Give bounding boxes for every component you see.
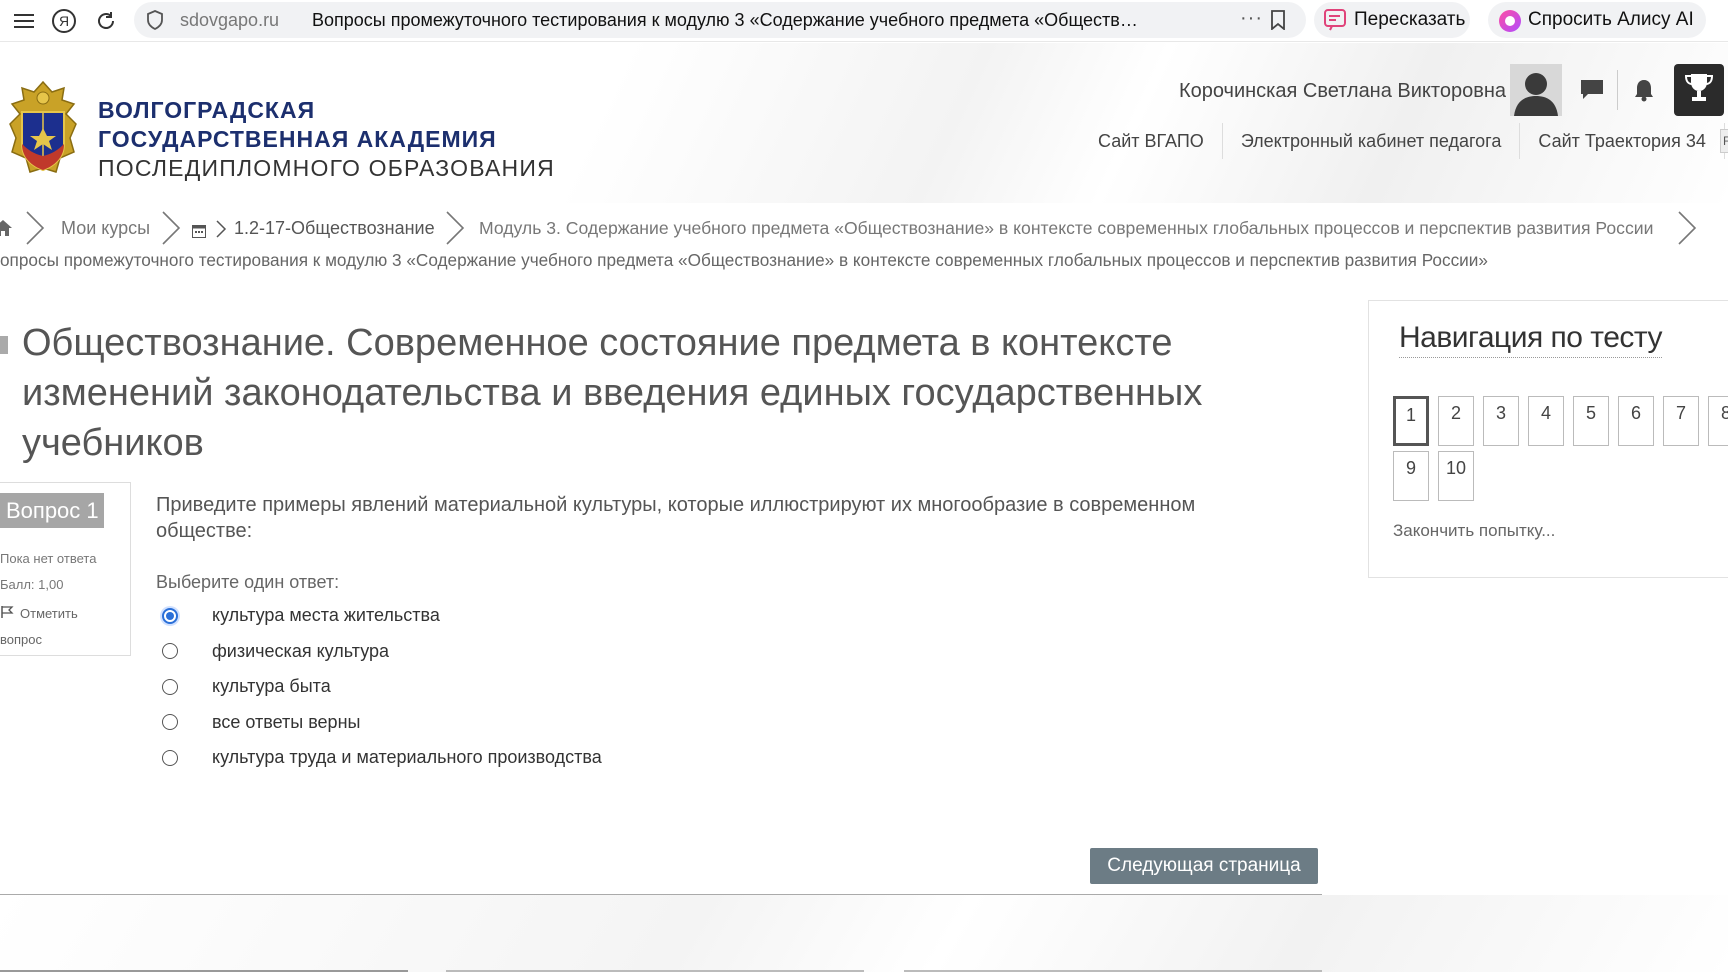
quiz-nav-button[interactable]: 8 [1708, 396, 1728, 446]
question-text: Приведите примеры явлений материальной к… [156, 494, 1196, 542]
retell-icon [1324, 9, 1348, 37]
answer-radio[interactable] [162, 749, 178, 766]
answer-radio[interactable] [162, 643, 178, 660]
ask-alice-label: Спросить Алису AI [1528, 9, 1694, 30]
breadcrumb-separator-icon [1676, 210, 1698, 251]
breadcrumb-separator-icon [444, 210, 466, 251]
breadcrumb: Мои курсы 1.2-17-Обществознание Модуль 3… [0, 210, 1728, 246]
ask-alice-button[interactable]: Спросить Алису AI [1488, 2, 1706, 38]
next-page-button[interactable]: Следующая страница [1090, 848, 1318, 884]
answer-label[interactable]: культура места жительства [212, 605, 440, 626]
page-title: Обществознание. Современное состояние пр… [22, 322, 1203, 464]
answer-option[interactable]: физическая культура [156, 634, 602, 670]
breadcrumb-module[interactable]: Модуль 3. Содержание учебного предмета «… [479, 218, 1653, 239]
logo-line-2: ГОСУДАРСТВЕННАЯ АКАДЕМИЯ [98, 126, 497, 152]
academy-emblem[interactable] [0, 78, 86, 188]
bookmark-icon[interactable] [1270, 10, 1286, 35]
quiz-nav-button[interactable]: 3 [1483, 396, 1519, 446]
answer-list: культура места жительства физическая кул… [156, 598, 602, 776]
answer-option[interactable]: культура труда и материального производс… [156, 740, 602, 776]
course-calendar-icon [192, 222, 206, 243]
quiz-nav-button[interactable]: 7 [1663, 396, 1699, 446]
question-info: Вопрос 1 Пока нет ответа Балл: 1,00 Отме… [0, 482, 131, 656]
answer-prompt: Выберите один ответ: [156, 572, 340, 592]
quiz-nav-button[interactable]: 5 [1573, 396, 1609, 446]
alice-icon [1498, 9, 1522, 39]
answer-label[interactable]: физическая культура [212, 641, 389, 662]
header-divider [1617, 70, 1618, 110]
course-icon [0, 336, 8, 354]
flag-icon [0, 602, 14, 627]
svg-text:Я: Я [59, 13, 69, 29]
shield-icon[interactable] [146, 10, 164, 35]
answer-radio[interactable] [162, 678, 178, 695]
address-bar[interactable]: sdovgapo.ru Вопросы промежуточного тести… [134, 2, 1306, 38]
quiz-navigation: Навигация по тесту 1 2 3 4 5 6 7 8 9 10 … [1368, 300, 1728, 578]
flag-question-button[interactable]: Отметить вопрос [0, 601, 110, 652]
menu-icon[interactable] [8, 5, 40, 37]
trophy-button[interactable] [1674, 64, 1724, 116]
academy-logo[interactable]: ВОЛГОГРАДСКАЯ ГОСУДАРСТВЕННАЯ АКАДЕМИЯ П… [98, 96, 555, 183]
user-name[interactable]: Корочинская Светлана Викторовна [1179, 80, 1506, 103]
quiz-nav-button[interactable]: 9 [1393, 451, 1429, 501]
retell-button[interactable]: Пересказать [1314, 2, 1470, 38]
answer-label[interactable]: культура труда и материального производс… [212, 747, 602, 768]
quiz-navigation-title: Навигация по тесту [1399, 321, 1662, 358]
answer-radio[interactable] [162, 607, 178, 624]
overflow-link-stub[interactable]: F [1720, 129, 1728, 153]
browser-toolbar: Я sdovgapo.ru Вопросы промежуточного тес… [0, 0, 1728, 42]
answer-label[interactable]: культура быта [212, 676, 331, 697]
quiz-nav-button[interactable]: 2 [1438, 396, 1474, 446]
finish-attempt-link[interactable]: Закончить попытку... [1393, 521, 1555, 541]
breadcrumb-course[interactable]: 1.2-17-Обществознание [234, 218, 435, 239]
answer-option[interactable]: культура быта [156, 669, 602, 705]
quiz-nav-button[interactable]: 10 [1438, 451, 1474, 501]
top-links: Сайт ВГАПО Электронный кабинет педагога … [1080, 123, 1728, 159]
link-teacher-cabinet[interactable]: Электронный кабинет педагога [1223, 123, 1521, 159]
address-domain: sdovgapo.ru [180, 10, 280, 30]
quiz-nav-button[interactable]: 6 [1618, 396, 1654, 446]
messages-icon[interactable] [1578, 76, 1606, 104]
more-icon[interactable]: ··· [1240, 7, 1263, 30]
yandex-logo-icon[interactable]: Я [48, 5, 80, 37]
footer-background [0, 895, 1728, 972]
trophy-icon [1684, 72, 1714, 109]
reload-icon[interactable] [90, 5, 122, 37]
link-trajectory[interactable]: Сайт Траектория 34 [1520, 123, 1725, 159]
notifications-icon[interactable] [1630, 76, 1658, 104]
answer-option[interactable]: все ответы верны [156, 705, 602, 741]
quiz-nav-button[interactable]: 1 [1393, 396, 1429, 446]
tab-title: Вопросы промежуточного тестирования к мо… [312, 10, 1138, 30]
breadcrumb-my-courses[interactable]: Мои курсы [61, 218, 150, 239]
breadcrumb-separator-icon [160, 210, 182, 251]
link-vgapo[interactable]: Сайт ВГАПО [1080, 123, 1223, 159]
breadcrumb-separator-icon [24, 210, 46, 251]
breadcrumb-separator-icon [215, 220, 227, 243]
logo-line-1: ВОЛГОГРАДСКАЯ [98, 97, 316, 123]
answer-option[interactable]: культура места жительства [156, 598, 602, 634]
question-grade: Балл: 1,00 [0, 577, 64, 592]
question-number: Вопрос 1 [0, 493, 104, 528]
answer-label[interactable]: все ответы верны [212, 712, 360, 733]
answer-radio[interactable] [162, 714, 178, 731]
home-icon[interactable] [0, 219, 12, 242]
question-state: Пока нет ответа [0, 551, 97, 566]
retell-label: Пересказать [1354, 9, 1466, 30]
logo-line-3: ПОСЛЕДИПЛОМНОГО ОБРАЗОВАНИЯ [98, 155, 555, 181]
avatar[interactable] [1510, 64, 1562, 116]
quiz-nav-button[interactable]: 4 [1528, 396, 1564, 446]
breadcrumb-quiz[interactable]: опросы промежуточного тестирования к мод… [0, 250, 1488, 271]
